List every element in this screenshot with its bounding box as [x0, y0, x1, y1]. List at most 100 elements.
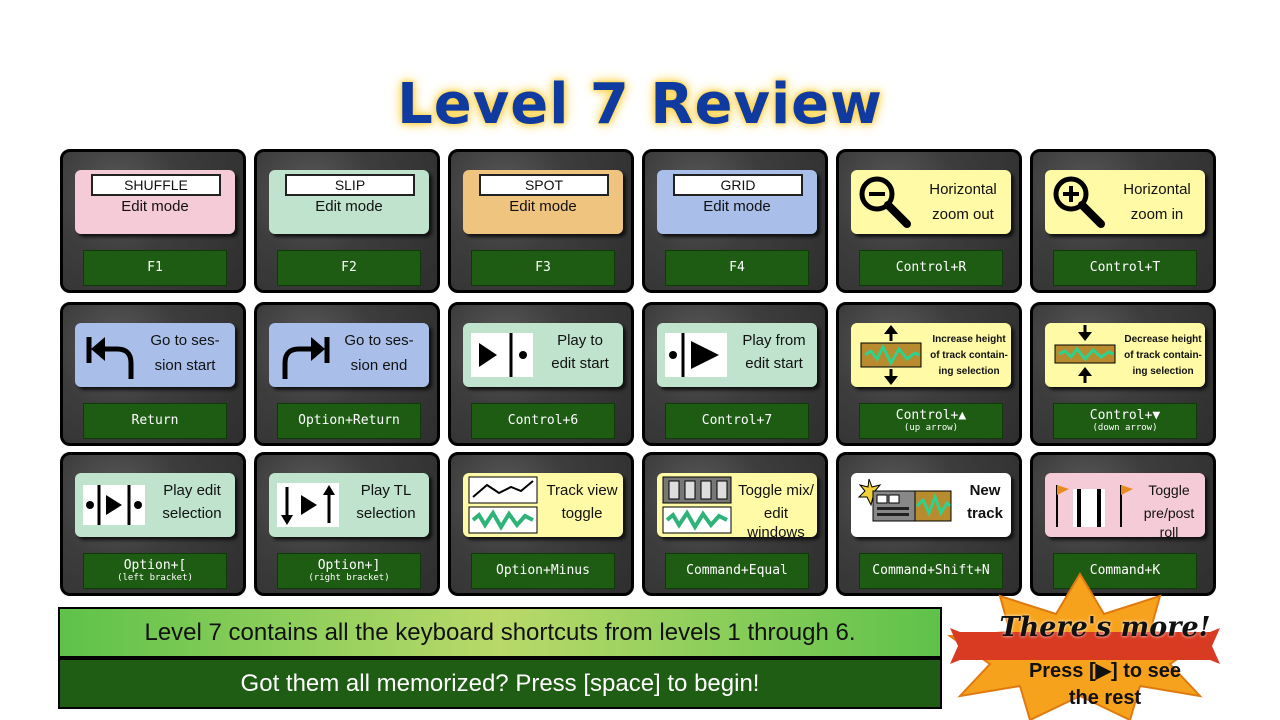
- shortcut-card-play-timeline-selection[interactable]: Play TL selection Option+] (right bracke…: [254, 452, 440, 596]
- key-text: F2: [341, 260, 357, 275]
- shortcut-key: Option+[ (left bracket): [83, 553, 227, 589]
- info-banner: Level 7 contains all the keyboard shortc…: [58, 607, 942, 658]
- spot-mode-icon: SPOT Edit mode: [463, 170, 623, 234]
- shortcut-card-play-edit-selection[interactable]: Play edit selection Option+[ (left brack…: [60, 452, 246, 596]
- magnifier-plus-icon: [1053, 176, 1105, 228]
- grid-mode-icon: GRID Edit mode: [657, 170, 817, 234]
- mode-label: Edit mode: [315, 198, 383, 215]
- mode-label: Edit mode: [121, 198, 189, 215]
- key-note: (up arrow): [903, 422, 959, 433]
- play-selection-icon: [83, 485, 145, 525]
- card-label-line: Horizontal: [1123, 181, 1191, 198]
- card-label-line: selection: [162, 505, 222, 522]
- shortcut-card-shuffle[interactable]: SHUFFLE Edit mode F1: [60, 149, 246, 293]
- track-expand-icon: [860, 325, 922, 385]
- mode-tag: SPOT: [479, 174, 609, 196]
- new-track-icon-box: New track: [851, 473, 1011, 537]
- mode-label: Edit mode: [703, 198, 771, 215]
- shortcut-card-decrease-track-height[interactable]: Decrease height of track contain- ing se…: [1030, 302, 1216, 446]
- key-text: Control+▲: [895, 407, 967, 423]
- card-label-line: zoom out: [932, 206, 994, 223]
- key-text: F4: [729, 260, 745, 275]
- mode-tag: SLIP: [285, 174, 415, 196]
- shortcut-card-track-view-toggle[interactable]: Track view toggle Option+Minus: [448, 452, 634, 596]
- shortcut-card-zoom-in[interactable]: Horizontal zoom in Control+T: [1030, 149, 1216, 293]
- track-view-toggle-icon-box: Track view toggle: [463, 473, 623, 537]
- more-instruction-line: Press [▶] to see: [1028, 660, 1182, 682]
- shortcut-card-increase-track-height[interactable]: Increase height of track contain- ing se…: [836, 302, 1022, 446]
- track-shrink-icon: [1054, 325, 1116, 383]
- card-label-line: Track view: [546, 482, 618, 499]
- shortcut-card-play-from-edit-start[interactable]: Play from edit start Control+7: [642, 302, 828, 446]
- card-label-line: Decrease height: [1124, 334, 1202, 345]
- card-label-line: Horizontal: [929, 181, 997, 198]
- key-text: Command+Equal: [686, 563, 788, 578]
- shortcut-card-go-to-session-end[interactable]: Go to ses- sion end Option+Return: [254, 302, 440, 446]
- key-note: (left bracket): [117, 572, 193, 583]
- card-label-line: Play edit: [163, 482, 221, 499]
- card-label-line: edit windows: [747, 505, 805, 537]
- shortcut-card-slip[interactable]: SLIP Edit mode F2: [254, 149, 440, 293]
- shortcut-key: Option+] (right bracket): [277, 553, 421, 589]
- mix-edit-toggle-icon-box: Toggle mix/ edit windows: [657, 473, 817, 537]
- play-edit-selection-icon-box: Play edit selection: [75, 473, 235, 537]
- shortcut-card-go-to-session-start[interactable]: Go to ses- sion start Return: [60, 302, 246, 446]
- shortcut-key: F1: [83, 250, 227, 286]
- start-prompt-banner[interactable]: Got them all memorized? Press [space] to…: [58, 658, 942, 709]
- play-from-marker-icon: [665, 333, 727, 377]
- forward-arrow-icon: [282, 337, 330, 379]
- key-text: Control+T: [1089, 260, 1161, 275]
- timeline-selection-icon: [277, 483, 339, 527]
- key-text: Control+7: [701, 413, 773, 428]
- card-label-line: Go to ses-: [344, 332, 414, 349]
- play-to-marker-icon: [471, 333, 533, 377]
- card-label-line: Toggle mix/: [738, 482, 814, 499]
- mix-window-icon: [662, 476, 732, 534]
- start-prompt-text: Got them all memorized? Press [space] to…: [240, 669, 760, 697]
- page-title: Level 7 Review: [397, 72, 883, 137]
- key-text: Option+]: [317, 557, 381, 573]
- shortcut-card-grid[interactable]: GRID Edit mode F4: [642, 149, 828, 293]
- decrease-height-icon-box: Decrease height of track contain- ing se…: [1045, 323, 1205, 387]
- shortcut-card-zoom-out[interactable]: Horizontal zoom out Control+R: [836, 149, 1022, 293]
- card-label-line: edit start: [551, 355, 609, 372]
- shortcut-key: F3: [471, 250, 615, 286]
- shortcut-card-spot[interactable]: SPOT Edit mode F3: [448, 149, 634, 293]
- shortcut-key: Option+Return: [277, 403, 421, 439]
- card-label-line: ing selection: [938, 366, 1000, 377]
- card-label-line: Play TL: [360, 482, 412, 499]
- card-label-line: New: [969, 482, 1001, 499]
- more-headline: There's more!: [999, 612, 1211, 643]
- pre-post-roll-icon-box: Toggle pre/post roll: [1045, 473, 1205, 537]
- card-label-line: sion end: [350, 357, 408, 374]
- shuffle-mode-icon: SHUFFLE Edit mode: [75, 170, 235, 234]
- card-label-line: zoom in: [1130, 206, 1184, 223]
- shortcut-key: Control+7: [665, 403, 809, 439]
- shortcut-key: F4: [665, 250, 809, 286]
- card-label-line: Go to ses-: [150, 332, 220, 349]
- mode-tag: SHUFFLE: [91, 174, 221, 196]
- card-label-line: Increase height: [932, 334, 1006, 345]
- info-banner-text: Level 7 contains all the keyboard shortc…: [144, 618, 856, 646]
- shortcut-key: Command+Equal: [665, 553, 809, 589]
- more-instruction-line: the rest: [1068, 687, 1142, 709]
- slip-mode-icon: SLIP Edit mode: [269, 170, 429, 234]
- shortcut-key: Return: [83, 403, 227, 439]
- key-text: Option+Minus: [496, 563, 590, 578]
- shortcut-card-play-to-edit-start[interactable]: Play to edit start Control+6: [448, 302, 634, 446]
- key-text: Option+[: [123, 557, 187, 573]
- pre-post-roll-icon: [1056, 485, 1133, 527]
- shortcut-key: Control+6: [471, 403, 615, 439]
- card-label-line: of track contain-: [930, 350, 1008, 361]
- card-label-line: ing selection: [1132, 366, 1194, 377]
- more-callout[interactable]: There's more! Press [▶] to see the rest: [880, 566, 1280, 720]
- return-arrow-icon: [86, 337, 134, 379]
- shortcut-key: F2: [277, 250, 421, 286]
- card-label-line: selection: [356, 505, 416, 522]
- card-label-line: track: [967, 505, 1003, 522]
- card-label-line: edit start: [745, 355, 803, 372]
- key-text: Control+R: [895, 260, 967, 275]
- key-text: Return: [131, 413, 179, 428]
- shortcut-card-toggle-mix-edit[interactable]: Toggle mix/ edit windows Command+Equal: [642, 452, 828, 596]
- session-start-icon-box: Go to ses- sion start: [75, 323, 235, 387]
